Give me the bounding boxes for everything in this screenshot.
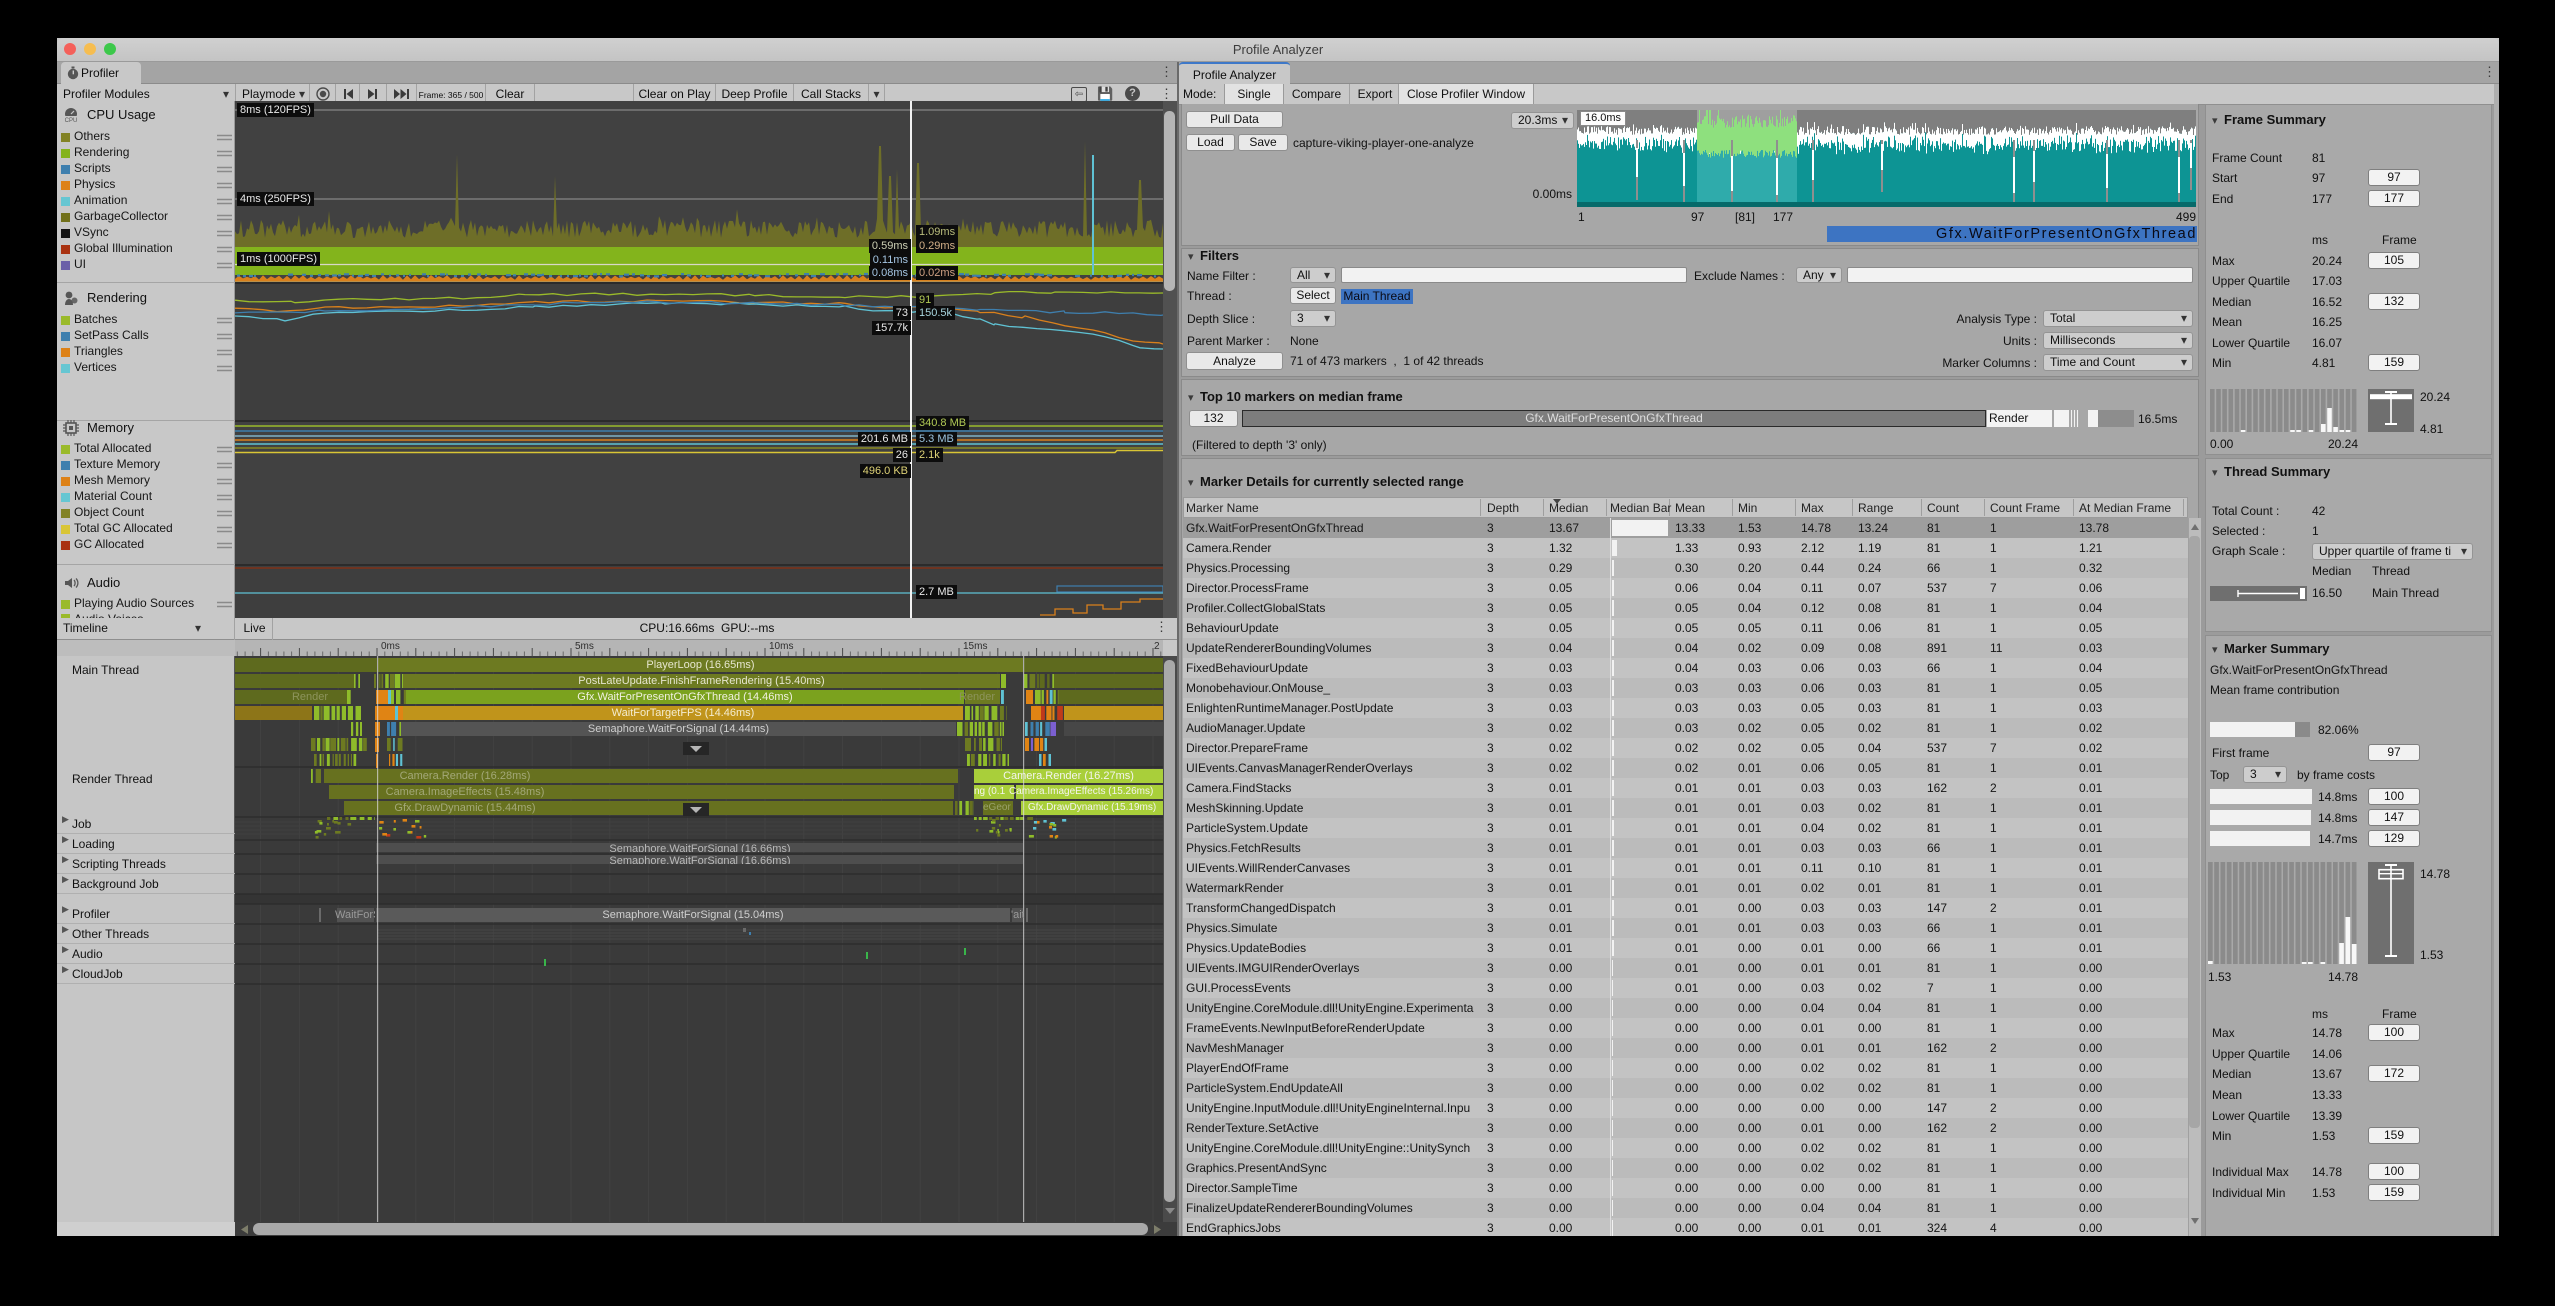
svg-text:CPU: CPU bbox=[65, 118, 78, 123]
